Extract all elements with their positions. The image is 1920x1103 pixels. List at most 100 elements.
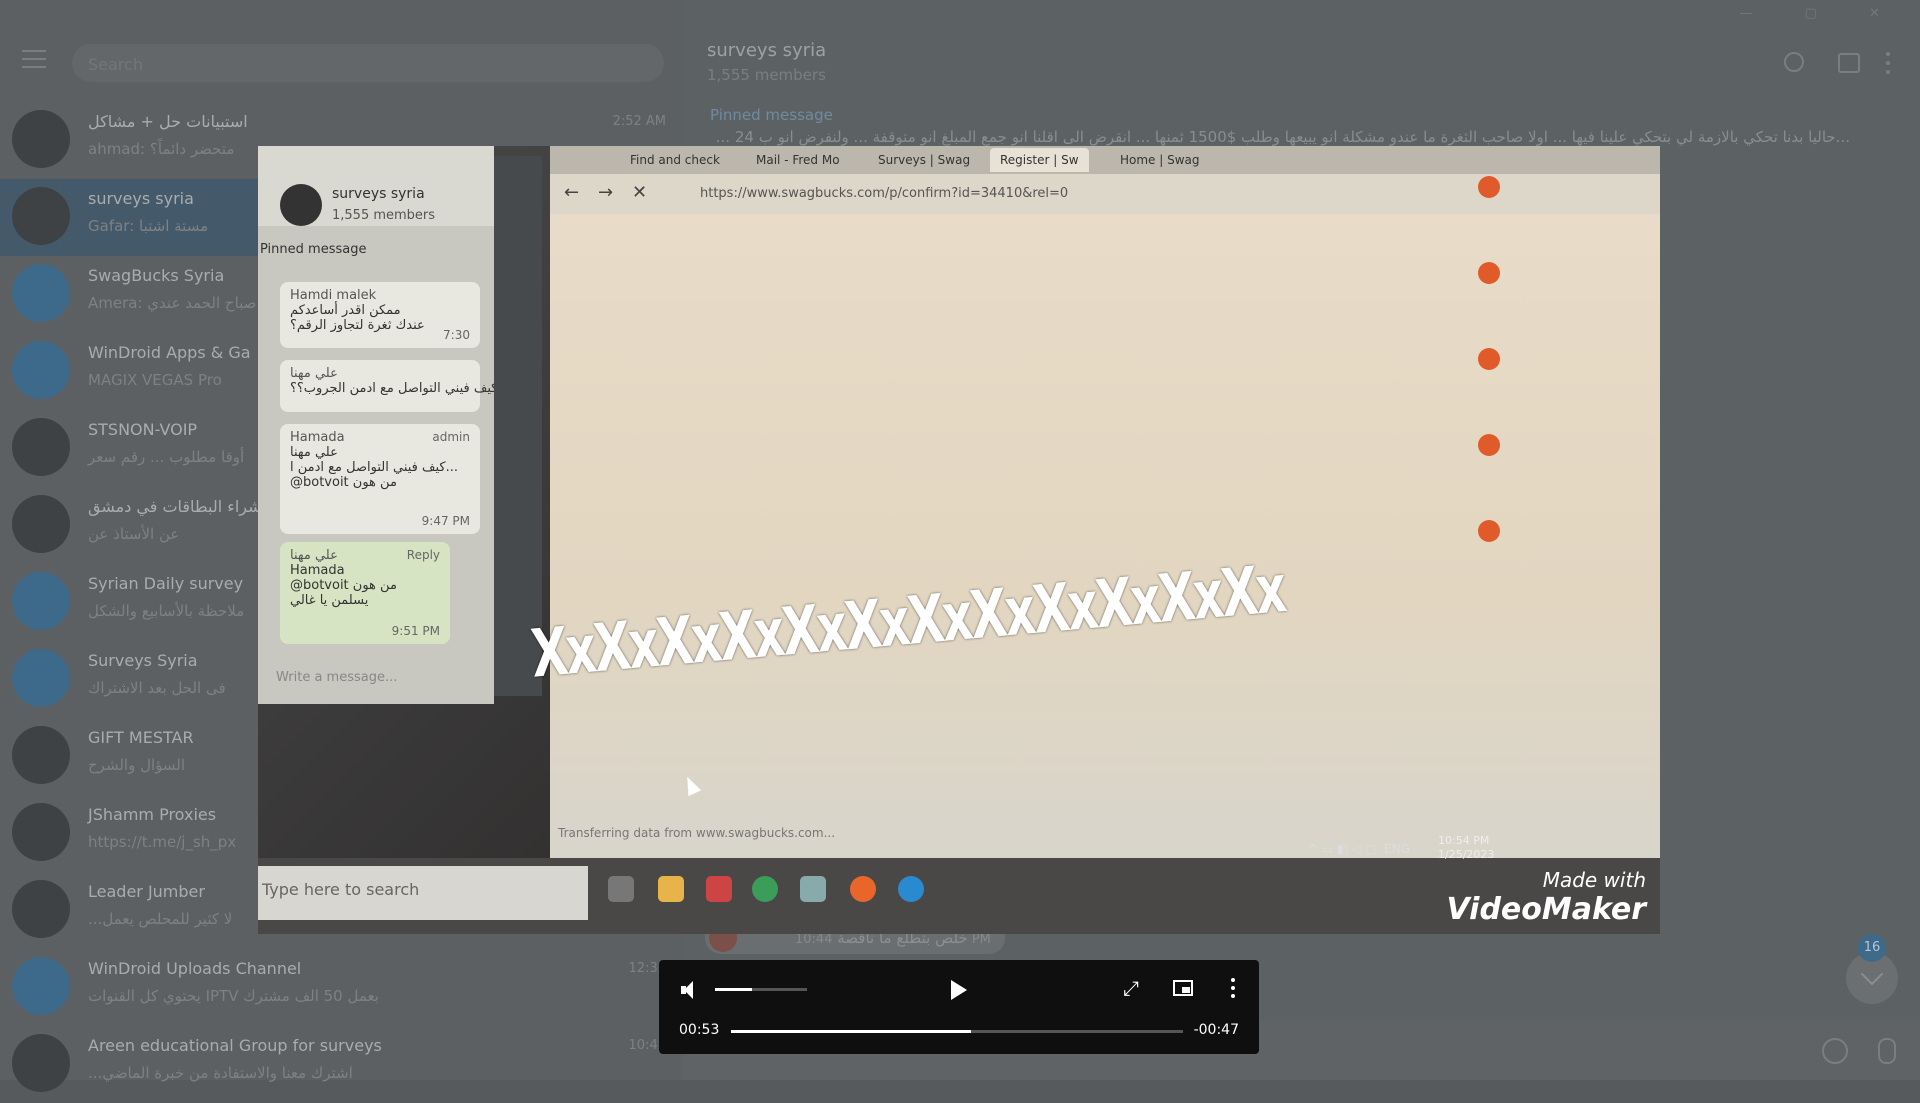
- video-message: علي مهنا Reply Hamada @botvoit من هون يس…: [280, 542, 450, 644]
- chevron-down-icon: [1860, 962, 1884, 986]
- avatar: [280, 184, 322, 226]
- seek-progress: [731, 1030, 971, 1033]
- pinned-message-text[interactable]: ...حاليا بدنا تحكي بالازمة لي بتحكي علين…: [710, 128, 1850, 146]
- chat-name: شراء البطاقات في دمشق: [88, 497, 262, 516]
- search-input[interactable]: [72, 44, 650, 84]
- chat-preview: ...لا كثير للمحلص يعمل: [88, 910, 233, 928]
- volume-icon[interactable]: [681, 980, 697, 1000]
- avatar: [12, 572, 70, 630]
- search-box[interactable]: [72, 44, 664, 84]
- video-message-line: كيف فيني التواصل مع ادمن الجروب؟؟: [290, 381, 498, 396]
- tray-language: ENG: [1384, 842, 1411, 856]
- back-icon: ←: [564, 182, 580, 203]
- avatar: [12, 880, 70, 938]
- current-time: 00:53: [679, 1022, 720, 1038]
- video-clock-date: 1/25/2023: [1438, 848, 1495, 861]
- chat-preview: السؤال والشرح: [88, 756, 186, 774]
- video-message-sender: علي مهنا: [290, 366, 338, 381]
- video-pinned-label: Pinned message: [260, 242, 367, 257]
- made-with-label: Made with: [1542, 868, 1646, 892]
- video-system-tray: ^ ▭ ◧ ◁ ▢ ENG: [1308, 842, 1410, 856]
- app-icon: [706, 876, 732, 902]
- video-tab: Register | Sw: [990, 148, 1089, 172]
- video-message: علي مهنا كيف فيني التواصل مع ادمن الجروب…: [280, 360, 498, 412]
- video-tab: Mail - Fred Mo: [756, 153, 840, 167]
- video-message-time: 9:47 PM: [421, 514, 470, 528]
- play-button[interactable]: [951, 980, 967, 1000]
- video-message-quote: @botvoit من هون: [290, 578, 397, 593]
- fullscreen-icon[interactable]: ⤢: [1123, 978, 1143, 998]
- chat-name: SwagBucks Syria: [88, 266, 225, 285]
- video-status-bar: Transferring data from www.swagbucks.com…: [558, 826, 836, 840]
- chat-preview: يحتوي كل القنوات IPTV بعمل 50 الف مشترك: [88, 987, 379, 1005]
- picture-in-picture-icon[interactable]: [1173, 980, 1193, 996]
- chat-name: استبيانات حل + مشاكل: [88, 112, 248, 131]
- video-clock: 10:54 PM 1/25/2023: [1438, 834, 1494, 862]
- sidebar-toggle-icon[interactable]: [1838, 53, 1860, 73]
- video-player-frame[interactable]: surveys syria 1,555 members Pinned messa…: [258, 146, 1660, 934]
- chat-name: GIFT MESTAR: [88, 728, 194, 747]
- pinned-message-label[interactable]: Pinned message: [710, 106, 833, 124]
- more-options-icon[interactable]: [1231, 978, 1235, 1002]
- video-tab-bar: Find and check Mail - Fred Mo Surveys | …: [550, 146, 1660, 174]
- chat-list-item[interactable]: Areen educational Group for surveys ...اش…: [0, 1026, 682, 1103]
- video-message-quote: علي مهنا: [290, 445, 338, 460]
- chrome-icon: [752, 876, 778, 902]
- video-tab: Surveys | Swag: [878, 153, 971, 167]
- video-chat-name: surveys syria: [332, 186, 425, 202]
- video-taskbar-search-text: Type here to search: [262, 880, 420, 899]
- video-clock-time: 10:54 PM: [1438, 834, 1490, 847]
- chat-preview: ملاحظة بالأسابيع والشكل: [88, 602, 245, 620]
- video-message-time: 9:51 PM: [391, 624, 440, 638]
- search-icon[interactable]: [1784, 52, 1804, 72]
- emoji-icon[interactable]: [1822, 1038, 1848, 1064]
- chat-name: Areen educational Group for surveys: [88, 1036, 382, 1055]
- chat-preview: Gafar: مستة اشتبا: [88, 217, 209, 235]
- avatar: [12, 418, 70, 476]
- remaining-time: -00:47: [1193, 1022, 1239, 1038]
- close-icon: ✕: [632, 182, 648, 203]
- chat-name: WinDroid Apps & Ga: [88, 343, 251, 362]
- menu-icon[interactable]: [22, 50, 46, 68]
- unread-badge: 16: [1858, 934, 1886, 962]
- avatar: [12, 957, 70, 1015]
- video-tab: Find and check: [630, 153, 720, 167]
- avatar: [12, 1034, 70, 1092]
- microphone-icon[interactable]: [1878, 1038, 1896, 1064]
- chat-title[interactable]: surveys syria: [707, 40, 826, 61]
- avatar: [12, 803, 70, 861]
- video-message-line: @botvoit من هون: [290, 475, 397, 490]
- chat-preview: عن الأستاذ عن: [88, 525, 180, 543]
- task-view-icon: [608, 876, 634, 902]
- avatar: [12, 495, 70, 553]
- chat-preview: فى الحل بعد الاشتراك: [88, 679, 226, 697]
- volume-slider[interactable]: [715, 988, 807, 991]
- chat-preview: https://t.me/j_sh_px: [88, 833, 237, 851]
- chat-preview: Amera: صباح الحمد عندي: [88, 294, 257, 312]
- seek-bar[interactable]: [731, 1030, 1183, 1033]
- chat-preview: MAGIX VEGAS Pro: [88, 371, 222, 389]
- tray-icons: ^ ▭ ◧ ◁ ▢: [1308, 842, 1385, 856]
- avatar: [12, 264, 70, 322]
- video-message: Hamada admin علي مهنا كيف فيني التواصل م…: [280, 424, 480, 534]
- more-options-icon[interactable]: [1886, 52, 1890, 74]
- video-message-quote: Hamada: [290, 563, 345, 578]
- firefox-icon: [850, 876, 876, 902]
- videomaker-watermark: Made with VideoMaker: [1446, 868, 1646, 927]
- video-message-quote: كيف فيني التواصل مع ادمن ا...: [290, 460, 458, 475]
- video-message-line: يسلمن يا غالي: [290, 593, 369, 608]
- chat-list-item[interactable]: WinDroid Uploads Channel يحتوي كل القنوات…: [0, 949, 682, 1026]
- video-telegram-window: surveys syria 1,555 members Pinned messa…: [258, 146, 498, 704]
- avatar: [12, 110, 70, 168]
- chat-name: STSNON-VOIP: [88, 420, 198, 439]
- video-chat-members: 1,555 members: [332, 208, 436, 223]
- telegram-icon: [898, 876, 924, 902]
- window-controls[interactable]: — ▢ ✕: [1740, 6, 1904, 21]
- avatar: [12, 187, 70, 245]
- chat-preview: ahmad: متحضر دائماً؟: [88, 140, 235, 158]
- chat-name: JShamm Proxies: [88, 805, 217, 824]
- avatar: [12, 726, 70, 784]
- chat-preview: ...اشترك معنا والاستفادة من خبرة الماضي: [88, 1064, 353, 1082]
- folder-icon: [658, 876, 684, 902]
- video-tab: Home | Swag: [1120, 153, 1200, 167]
